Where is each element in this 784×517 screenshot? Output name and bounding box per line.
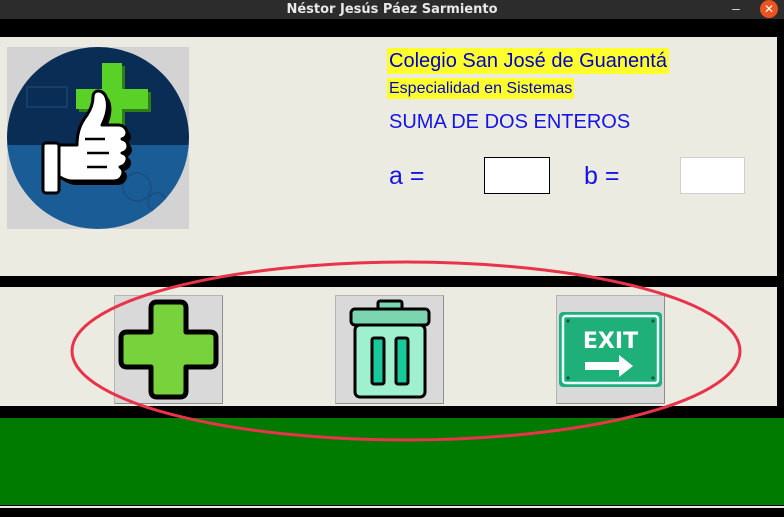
specialty-label: Especialidad en Sistemas <box>387 78 575 99</box>
window-title: Néstor Jesús Páez Sarmiento <box>286 2 498 17</box>
clear-button[interactable] <box>335 295 444 404</box>
thumbs-up-plus-icon <box>7 47 189 229</box>
b-label: b = <box>584 162 620 190</box>
close-button[interactable]: ✕ <box>760 0 778 18</box>
exit-sign-text: EXIT <box>583 329 638 354</box>
trash-icon <box>349 299 431 399</box>
add-button[interactable] <box>114 295 223 404</box>
title-bar: Néstor Jesús Páez Sarmiento – ✕ <box>0 0 784 19</box>
b-input[interactable] <box>680 157 745 194</box>
exit-sign-icon: EXIT <box>559 312 662 387</box>
exit-button[interactable]: EXIT <box>556 295 665 404</box>
page-title: SUMA DE DOS ENTEROS <box>389 111 631 133</box>
minimize-button[interactable]: – <box>729 1 743 17</box>
green-band <box>0 418 784 505</box>
plus-icon <box>118 299 219 400</box>
bottom-divider <box>0 506 784 508</box>
a-label: a = <box>389 162 425 190</box>
school-name: Colegio San José de Guanentá <box>387 48 669 74</box>
a-input[interactable] <box>484 157 550 194</box>
